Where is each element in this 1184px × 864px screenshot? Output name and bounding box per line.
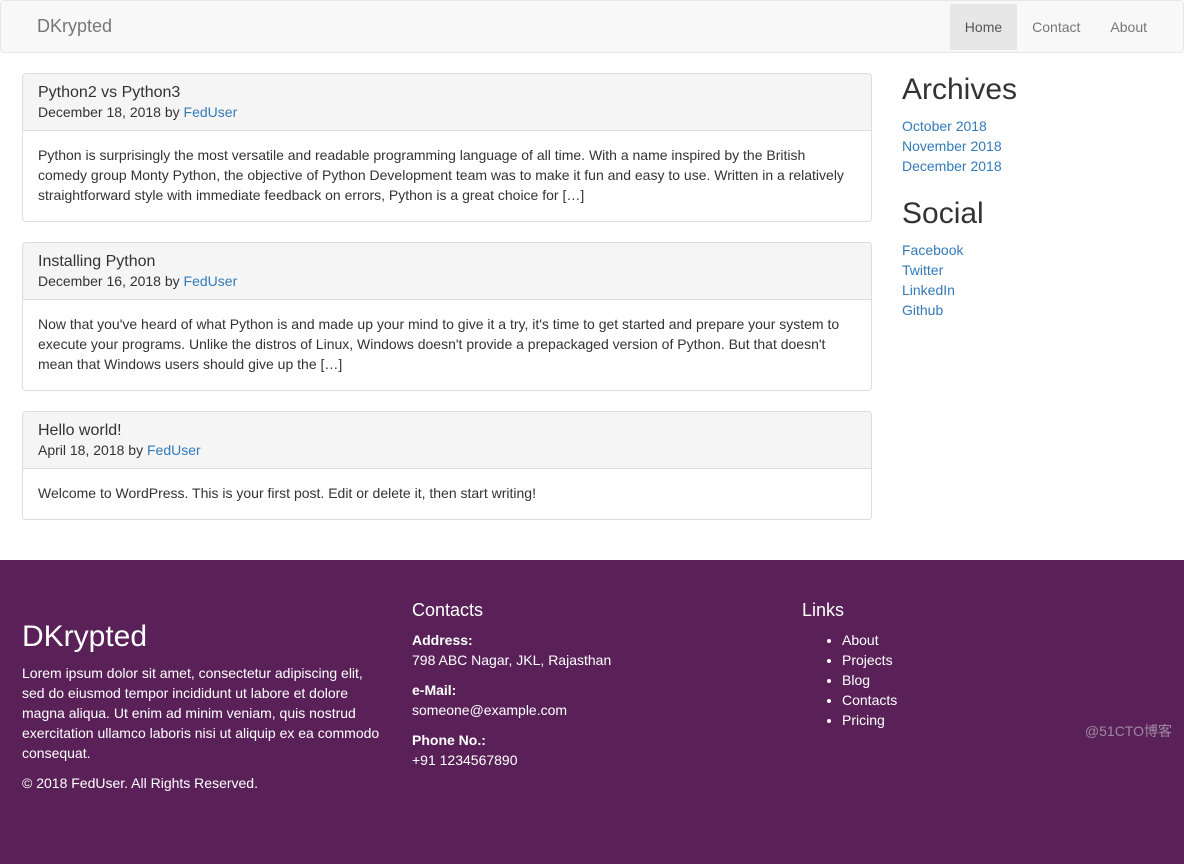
post-date: December 18, 2018 — [38, 104, 161, 120]
post-title[interactable]: Installing Python — [38, 253, 856, 271]
post-excerpt: Python is surprisingly the most versatil… — [23, 131, 871, 221]
brand-link[interactable]: DKrypted — [22, 1, 127, 52]
post-panel: Installing Python December 16, 2018 by F… — [22, 242, 872, 391]
footer-link-about[interactable]: About — [842, 631, 1162, 651]
post-author-link[interactable]: FedUser — [184, 104, 238, 120]
post-author-link[interactable]: FedUser — [184, 273, 238, 289]
post-meta: December 18, 2018 by FedUser — [38, 104, 856, 120]
post-meta: December 16, 2018 by FedUser — [38, 273, 856, 289]
post-panel: Hello world! April 18, 2018 by FedUser W… — [22, 411, 872, 520]
footer-col-about: DKrypted Lorem ipsum dolor sit amet, con… — [22, 600, 382, 804]
email-label: e-Mail: — [412, 682, 456, 698]
post-by: by — [165, 273, 180, 289]
post-date: December 16, 2018 — [38, 273, 161, 289]
post-heading: Hello world! April 18, 2018 by FedUser — [23, 412, 871, 469]
address-value: 798 ABC Nagar, JKL, Rajasthan — [412, 652, 611, 668]
social-link-twitter[interactable]: Twitter — [902, 262, 943, 278]
sidebar: Archives October 2018 November 2018 Dece… — [902, 73, 1162, 540]
footer-links-list: About Projects Blog Contacts Pricing — [802, 631, 1162, 731]
footer: DKrypted Lorem ipsum dolor sit amet, con… — [0, 560, 1184, 864]
footer-links-heading: Links — [802, 600, 1162, 621]
footer-copyright: © 2018 FedUser. All Rights Reserved. — [22, 774, 382, 794]
navbar: DKrypted Home Contact About — [0, 0, 1184, 53]
post-excerpt: Now that you've heard of what Python is … — [23, 300, 871, 390]
post-title[interactable]: Python2 vs Python3 — [38, 84, 856, 102]
address-label: Address: — [412, 632, 473, 648]
post-by: by — [128, 442, 143, 458]
nav-link-about[interactable]: About — [1095, 4, 1162, 50]
archives-heading: Archives — [902, 73, 1162, 107]
social-link-linkedin[interactable]: LinkedIn — [902, 282, 955, 298]
nav-link-contact[interactable]: Contact — [1017, 4, 1095, 50]
social-link-facebook[interactable]: Facebook — [902, 242, 963, 258]
phone-label: Phone No.: — [412, 732, 486, 748]
post-excerpt: Welcome to WordPress. This is your first… — [23, 469, 871, 519]
post-by: by — [165, 104, 180, 120]
social-heading: Social — [902, 197, 1162, 231]
nav-item-about[interactable]: About — [1095, 4, 1162, 50]
main-content: Python2 vs Python3 December 18, 2018 by … — [22, 73, 872, 540]
email-value: someone@example.com — [412, 702, 567, 718]
footer-col-contacts: Contacts Address: 798 ABC Nagar, JKL, Ra… — [412, 600, 772, 804]
footer-link-projects[interactable]: Projects — [842, 651, 1162, 671]
post-panel: Python2 vs Python3 December 18, 2018 by … — [22, 73, 872, 222]
post-date: April 18, 2018 — [38, 442, 124, 458]
nav-links: Home Contact About — [950, 4, 1162, 50]
post-heading: Python2 vs Python3 December 18, 2018 by … — [23, 74, 871, 131]
nav-link-home[interactable]: Home — [950, 4, 1017, 50]
nav-item-contact[interactable]: Contact — [1017, 4, 1095, 50]
social-link-github[interactable]: Github — [902, 302, 943, 318]
archives-list: October 2018 November 2018 December 2018 — [902, 117, 1162, 177]
post-meta: April 18, 2018 by FedUser — [38, 442, 856, 458]
footer-contacts-heading: Contacts — [412, 600, 772, 621]
watermark: @51CTO博客 — [1085, 721, 1172, 741]
post-heading: Installing Python December 16, 2018 by F… — [23, 243, 871, 300]
nav-item-home[interactable]: Home — [950, 4, 1017, 50]
post-title[interactable]: Hello world! — [38, 422, 856, 440]
footer-link-contacts[interactable]: Contacts — [842, 691, 1162, 711]
archive-link[interactable]: December 2018 — [902, 158, 1002, 174]
footer-link-blog[interactable]: Blog — [842, 671, 1162, 691]
phone-value: +91 1234567890 — [412, 752, 518, 768]
footer-col-links: Links About Projects Blog Contacts Prici… — [802, 600, 1162, 804]
archive-link[interactable]: October 2018 — [902, 118, 987, 134]
archive-link[interactable]: November 2018 — [902, 138, 1002, 154]
footer-brand: DKrypted — [22, 620, 382, 654]
post-author-link[interactable]: FedUser — [147, 442, 201, 458]
social-list: Facebook Twitter LinkedIn Github — [902, 241, 1162, 321]
